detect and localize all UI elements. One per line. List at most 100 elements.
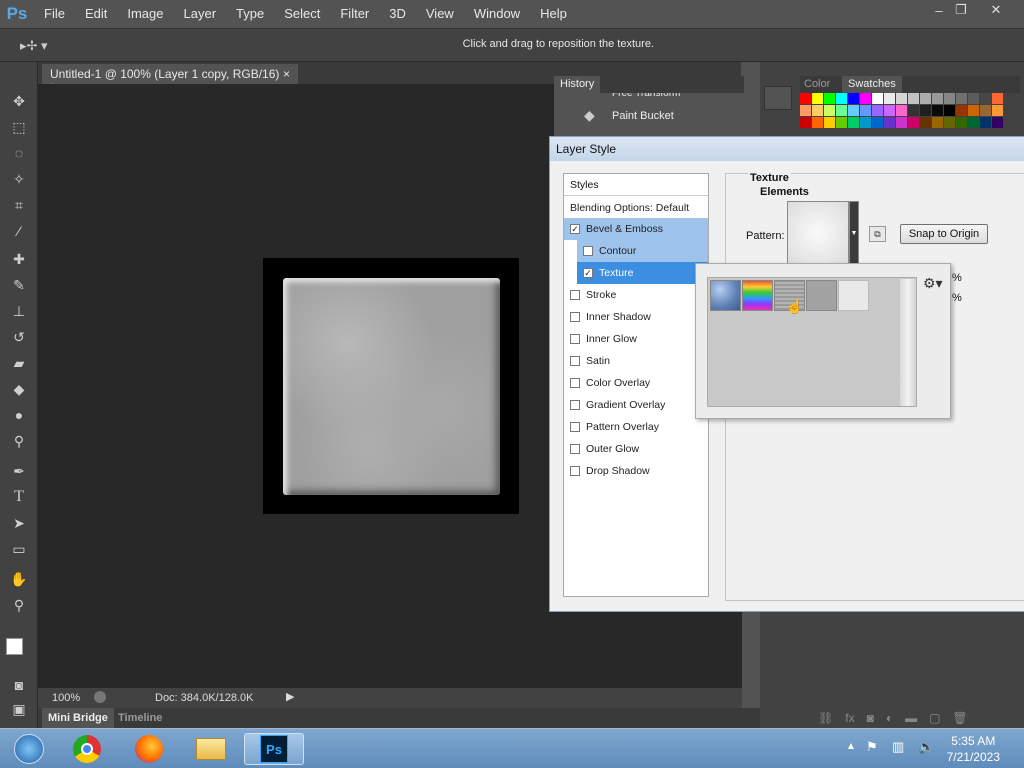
picker-scrollbar[interactable]	[900, 279, 916, 406]
swatch[interactable]	[800, 105, 811, 116]
file-explorer-icon[interactable]	[186, 733, 236, 765]
swatch[interactable]	[908, 93, 919, 104]
style-item-inner-shadow[interactable]: Inner Shadow	[564, 306, 708, 328]
document-tab[interactable]: Untitled-1 @ 100% (Layer 1 copy, RGB/16)…	[42, 64, 298, 95]
swatch[interactable]	[860, 105, 871, 116]
zoom-level[interactable]: 100%	[52, 692, 80, 704]
path-selection-tool-icon[interactable]: ➤	[8, 512, 30, 534]
pattern-tie-dye[interactable]	[742, 280, 773, 311]
swatch[interactable]	[824, 93, 835, 104]
gear-icon[interactable]: ⚙▾	[923, 275, 943, 292]
swatch[interactable]	[920, 93, 931, 104]
fx-icon[interactable]: fx	[845, 711, 854, 725]
swatch[interactable]	[848, 117, 859, 128]
swatch[interactable]	[872, 117, 883, 128]
rectangle-tool-icon[interactable]: ▭	[8, 538, 30, 560]
pattern-preview[interactable]	[787, 201, 849, 265]
blur-tool-icon[interactable]: ●	[8, 404, 30, 426]
swatch[interactable]	[968, 117, 979, 128]
swatch[interactable]	[968, 105, 979, 116]
swatch[interactable]	[932, 117, 943, 128]
lasso-tool-icon[interactable]: ◌	[8, 142, 30, 164]
menu-edit[interactable]: Edit	[75, 0, 117, 28]
style-item-gradient-overlay[interactable]: Gradient Overlay	[564, 394, 708, 416]
menu-select[interactable]: Select	[274, 0, 330, 28]
style-item-texture[interactable]: ✓ Texture	[577, 262, 708, 284]
trash-icon[interactable]: 🗑	[952, 711, 967, 725]
status-menu-arrow-icon[interactable]: ▶	[286, 690, 294, 703]
paint-bucket-tool-icon[interactable]: ◆	[8, 378, 30, 400]
swatch[interactable]	[992, 105, 1003, 116]
menu-layer[interactable]: Layer	[174, 0, 227, 28]
screen-mode-icon[interactable]: ▣	[8, 698, 30, 720]
style-checkbox[interactable]	[570, 290, 580, 300]
action-center-icon[interactable]: ⚑	[866, 739, 878, 755]
swatch[interactable]	[896, 93, 907, 104]
swatch[interactable]	[992, 117, 1003, 128]
swatch[interactable]	[932, 93, 943, 104]
pen-tool-icon[interactable]: ✒	[8, 460, 30, 482]
foreground-color-icon[interactable]	[6, 638, 23, 655]
style-checkbox[interactable]	[570, 356, 580, 366]
network-icon[interactable]: ▥	[892, 739, 904, 755]
style-checkbox[interactable]	[570, 378, 580, 388]
swatch[interactable]	[824, 105, 835, 116]
firefox-icon[interactable]	[124, 733, 174, 765]
tab-history[interactable]: History	[554, 76, 601, 93]
swatch[interactable]	[944, 93, 955, 104]
style-checkbox[interactable]	[570, 466, 580, 476]
swatch[interactable]	[812, 93, 823, 104]
swatch[interactable]	[956, 117, 967, 128]
swatch[interactable]	[908, 117, 919, 128]
style-item-stroke[interactable]: Stroke	[564, 284, 708, 306]
swatch[interactable]	[980, 93, 991, 104]
style-checkbox[interactable]: ✓	[583, 268, 593, 278]
style-checkbox[interactable]	[583, 246, 593, 256]
menu-filter[interactable]: Filter	[330, 0, 379, 28]
swatch[interactable]	[932, 105, 943, 116]
style-item-pattern-overlay[interactable]: Pattern Overlay	[564, 416, 708, 438]
quick-mask-icon[interactable]: ◙	[8, 674, 30, 696]
panel-icon[interactable]	[764, 86, 792, 110]
history-item[interactable]: Paint Bucket	[554, 105, 744, 127]
new-layer-icon[interactable]: ▢	[929, 711, 940, 725]
swatch[interactable]	[908, 105, 919, 116]
tab-color[interactable]: Color	[804, 78, 830, 90]
style-checkbox[interactable]	[570, 444, 580, 454]
pattern-clouds[interactable]	[838, 280, 869, 311]
style-item-inner-glow[interactable]: Inner Glow	[564, 328, 708, 350]
eraser-tool-icon[interactable]: ▰	[8, 352, 30, 374]
menu-help[interactable]: Help	[530, 0, 577, 28]
swatch[interactable]	[872, 105, 883, 116]
clone-stamp-tool-icon[interactable]: ⊥	[8, 300, 30, 322]
tab-timeline[interactable]: Timeline	[118, 712, 162, 724]
swatch[interactable]	[872, 93, 883, 104]
menu-3d[interactable]: 3D	[379, 0, 416, 28]
move-tool-icon[interactable]: ✥	[8, 90, 30, 112]
style-item-satin[interactable]: Satin	[564, 350, 708, 372]
style-item-outer-glow[interactable]: Outer Glow	[564, 438, 708, 460]
swatch[interactable]	[884, 117, 895, 128]
eyedropper-tool-icon[interactable]: ⁄	[8, 220, 30, 242]
style-item-color-overlay[interactable]: Color Overlay	[564, 372, 708, 394]
menu-type[interactable]: Type	[226, 0, 274, 28]
swatch[interactable]	[956, 93, 967, 104]
swatch[interactable]	[836, 117, 847, 128]
menu-file[interactable]: File	[34, 0, 75, 28]
swatch[interactable]	[848, 93, 859, 104]
swatch[interactable]	[920, 105, 931, 116]
swatch[interactable]	[980, 105, 991, 116]
style-item-contour[interactable]: Contour	[577, 240, 708, 262]
link-icon[interactable]: ⛓	[818, 711, 833, 725]
mask-icon[interactable]: ◙	[867, 711, 874, 725]
swatch[interactable]	[836, 93, 847, 104]
share-icon[interactable]	[94, 691, 106, 703]
swatch[interactable]	[896, 117, 907, 128]
dodge-tool-icon[interactable]: ⚲	[8, 430, 30, 452]
menu-image[interactable]: Image	[117, 0, 173, 28]
close-tab-icon[interactable]: ×	[283, 67, 290, 81]
styles-header[interactable]: Styles	[564, 174, 708, 196]
style-checkbox[interactable]: ✓	[570, 224, 580, 234]
history-brush-tool-icon[interactable]: ↺	[8, 326, 30, 348]
adjustment-icon[interactable]: ◐	[886, 711, 893, 725]
